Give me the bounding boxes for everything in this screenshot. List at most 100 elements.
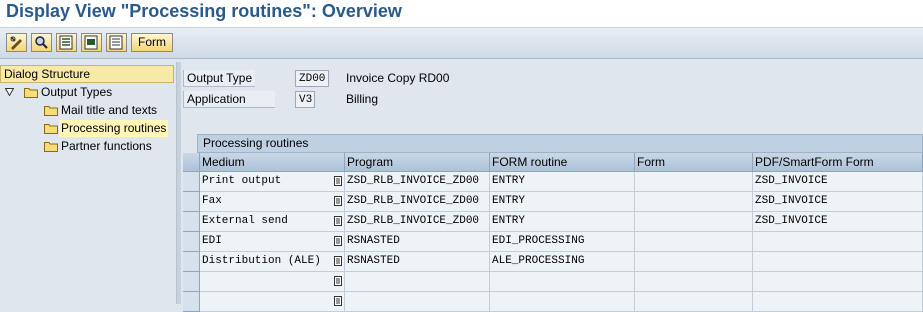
cell-form[interactable]: [635, 212, 753, 232]
cell-pdf-smartform-text: ZSD_INVOICE: [755, 175, 828, 187]
row-selector[interactable]: [183, 272, 200, 292]
title-bar: Display View "Processing routines": Over…: [0, 0, 923, 28]
output-type-label: Output Type: [183, 70, 255, 87]
value-help-icon[interactable]: [334, 236, 342, 246]
cell-medium[interactable]: Print output: [200, 172, 345, 192]
cell-form[interactable]: [635, 172, 753, 192]
cell-medium-text: Distribution (ALE): [202, 255, 321, 267]
column-header-medium[interactable]: Medium: [200, 153, 345, 172]
display-change-button[interactable]: [6, 33, 27, 52]
output-type-field[interactable]: ZD00: [295, 70, 329, 87]
dialog-structure-panel: Dialog Structure Output Types Mail title…: [0, 62, 177, 304]
cell-program[interactable]: RSNASTED: [345, 252, 490, 272]
select-all-button[interactable]: [56, 33, 77, 52]
tree-item-output-types[interactable]: Output Types: [0, 84, 176, 101]
select-block-button[interactable]: [81, 33, 102, 52]
find-icon: [35, 36, 48, 49]
cell-form[interactable]: [635, 232, 753, 252]
cell-form-routine[interactable]: [490, 272, 635, 292]
cell-medium[interactable]: [200, 292, 345, 312]
cell-medium[interactable]: Distribution (ALE): [200, 252, 345, 272]
folder-open-icon: [24, 88, 38, 98]
cell-pdf-smartform[interactable]: [753, 272, 923, 292]
cell-form-routine[interactable]: ENTRY: [490, 212, 635, 232]
cell-form-routine[interactable]: ENTRY: [490, 192, 635, 212]
deselect-all-icon: [109, 35, 123, 50]
cell-program[interactable]: RSNASTED: [345, 232, 490, 252]
row-selector[interactable]: [183, 292, 200, 312]
cell-form-routine-text: ALE_PROCESSING: [492, 255, 585, 267]
cell-pdf-smartform[interactable]: [753, 232, 923, 252]
tree-item-label: Partner functions: [61, 139, 152, 153]
row-selector[interactable]: [183, 172, 200, 192]
application-toolbar: Form: [0, 28, 923, 59]
value-help-icon[interactable]: [334, 196, 342, 206]
application-description: Billing: [346, 92, 379, 106]
value-help-icon[interactable]: [334, 176, 342, 186]
cell-medium[interactable]: External send: [200, 212, 345, 232]
row-selector[interactable]: [183, 252, 200, 272]
display-change-icon: [10, 36, 22, 50]
folder-icon: [44, 106, 58, 116]
cell-medium[interactable]: Fax: [200, 192, 345, 212]
deselect-all-button[interactable]: [106, 33, 127, 52]
cell-program-text: ZSD_RLB_INVOICE_ZD00: [347, 215, 480, 227]
application-field[interactable]: V3: [295, 91, 315, 108]
cell-pdf-smartform[interactable]: [753, 292, 923, 312]
column-header-form-routine[interactable]: FORM routine: [490, 153, 635, 172]
cell-program[interactable]: [345, 292, 490, 312]
cell-form-routine[interactable]: EDI_PROCESSING: [490, 232, 635, 252]
dialog-structure-header: Dialog Structure: [0, 65, 174, 83]
cell-form[interactable]: [635, 252, 753, 272]
cell-program[interactable]: [345, 272, 490, 292]
value-help-icon[interactable]: [334, 276, 342, 286]
value-help-icon[interactable]: [334, 256, 342, 266]
tree-item-processing-routines[interactable]: Processing routines: [0, 120, 176, 137]
select-block-icon: [84, 35, 98, 50]
collapse-triangle-icon[interactable]: [5, 88, 14, 96]
cell-program-text: ZSD_RLB_INVOICE_ZD00: [347, 175, 480, 187]
value-help-icon[interactable]: [334, 216, 342, 226]
tree-item-label: Output Types: [41, 85, 113, 99]
row-selector[interactable]: [183, 212, 200, 232]
row-selector[interactable]: [183, 192, 200, 212]
cell-pdf-smartform[interactable]: ZSD_INVOICE: [753, 172, 923, 192]
cell-medium-text: EDI: [202, 235, 222, 247]
cell-program-text: RSNASTED: [347, 255, 400, 267]
tree-item-mail-title[interactable]: Mail title and texts: [0, 102, 176, 119]
column-header-pdf-smartform[interactable]: PDF/SmartForm Form: [753, 153, 923, 172]
select-all-rows-button[interactable]: [183, 153, 200, 172]
cell-form-routine-text: EDI_PROCESSING: [492, 235, 585, 247]
cell-form[interactable]: [635, 192, 753, 212]
cell-program[interactable]: ZSD_RLB_INVOICE_ZD00: [345, 172, 490, 192]
cell-pdf-smartform[interactable]: ZSD_INVOICE: [753, 192, 923, 212]
cell-form-routine[interactable]: ALE_PROCESSING: [490, 252, 635, 272]
cell-medium[interactable]: [200, 272, 345, 292]
form-button[interactable]: Form: [131, 33, 173, 52]
cell-form[interactable]: [635, 272, 753, 292]
cell-form-routine[interactable]: ENTRY: [490, 172, 635, 192]
select-all-icon: [59, 35, 73, 50]
cell-form-routine-text: ENTRY: [492, 215, 526, 227]
column-header-form[interactable]: Form: [635, 153, 753, 172]
output-type-description: Invoice Copy RD00: [346, 71, 450, 85]
tree-item-partner-functions[interactable]: Partner functions: [0, 138, 176, 155]
find-button[interactable]: [31, 33, 52, 52]
cell-form-routine[interactable]: [490, 292, 635, 312]
cell-pdf-smartform-text: ZSD_INVOICE: [755, 215, 828, 227]
cell-pdf-smartform[interactable]: ZSD_INVOICE: [753, 212, 923, 232]
cell-form-routine-text: ENTRY: [492, 175, 526, 187]
cell-program[interactable]: ZSD_RLB_INVOICE_ZD00: [345, 192, 490, 212]
row-selector[interactable]: [183, 232, 200, 252]
column-header-program[interactable]: Program: [345, 153, 490, 172]
cell-form[interactable]: [635, 292, 753, 312]
cell-medium-text: Print output: [202, 175, 282, 187]
main-content: Output Type ZD00 Invoice Copy RD00 Appli…: [181, 62, 923, 312]
tree-item-label: Processing routines: [59, 120, 169, 137]
value-help-icon[interactable]: [334, 296, 342, 306]
cell-pdf-smartform[interactable]: [753, 252, 923, 272]
cell-program[interactable]: ZSD_RLB_INVOICE_ZD00: [345, 212, 490, 232]
tree-item-label: Mail title and texts: [61, 103, 158, 117]
folder-icon: [44, 142, 58, 152]
cell-medium[interactable]: EDI: [200, 232, 345, 252]
